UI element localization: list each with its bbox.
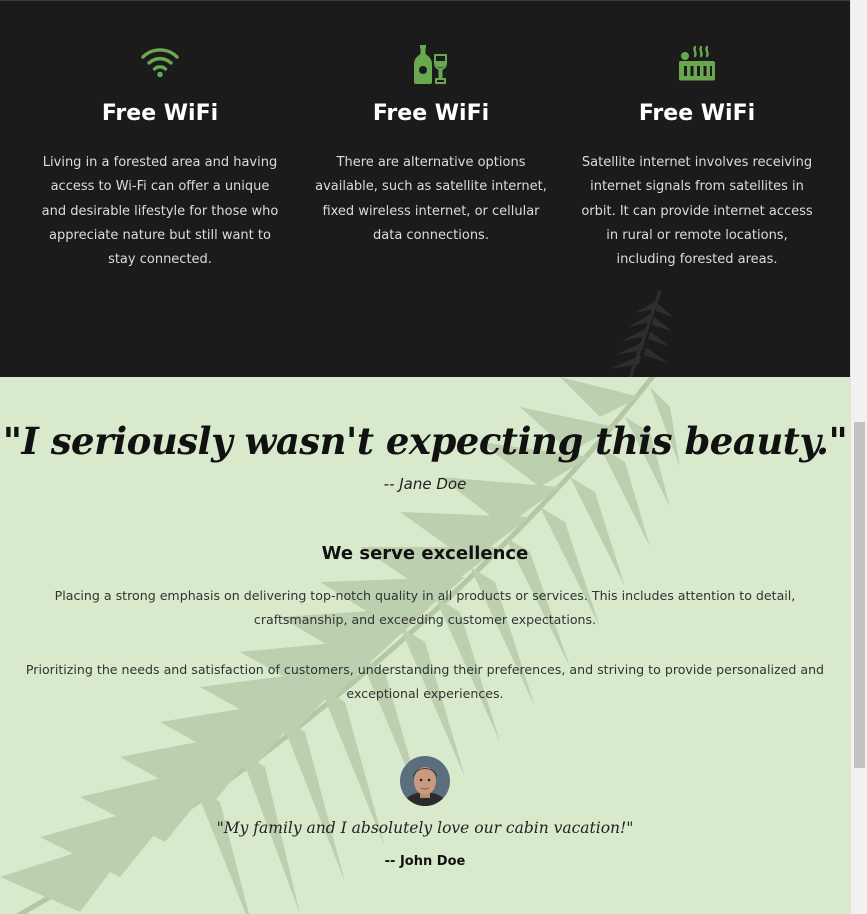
feature-title: Free WiFi bbox=[372, 101, 490, 126]
section-paragraph-quality: Placing a strong emphasis on delivering … bbox=[54, 588, 796, 628]
hot-tub-icon bbox=[678, 45, 716, 85]
wifi-icon bbox=[140, 45, 180, 83]
testimonial-quote: "My family and I absolutely love our cab… bbox=[216, 819, 634, 837]
fern-leaf-decoration-top bbox=[610, 291, 673, 378]
feature-text: Satellite internet involves receiving in… bbox=[581, 155, 813, 268]
feature-text: There are alternative options available,… bbox=[315, 155, 547, 243]
wine-bottle-icon bbox=[413, 45, 449, 89]
section-title: We serve excellence bbox=[321, 543, 529, 564]
testimonial-section: "I seriously wasn't expecting this beaut… bbox=[0, 377, 850, 914]
feature-text: Living in a forested area and having acc… bbox=[41, 155, 279, 268]
section-paragraph-customers: Prioritizing the needs and satisfaction … bbox=[25, 662, 825, 702]
avatar bbox=[400, 756, 450, 806]
vertical-scrollbar[interactable] bbox=[850, 0, 867, 914]
testimonial-author: -- John Doe bbox=[384, 854, 466, 869]
features-section: Free WiFi Living in a forested area and … bbox=[0, 0, 850, 378]
scrollbar-thumb[interactable] bbox=[854, 422, 865, 768]
featured-quote-author: -- Jane Doe bbox=[383, 475, 467, 493]
feature-title: Free WiFi bbox=[101, 101, 219, 126]
feature-title: Free WiFi bbox=[638, 101, 756, 126]
featured-quote: "I seriously wasn't expecting this beaut… bbox=[2, 419, 848, 463]
page: Free WiFi Living in a forested area and … bbox=[0, 0, 850, 914]
